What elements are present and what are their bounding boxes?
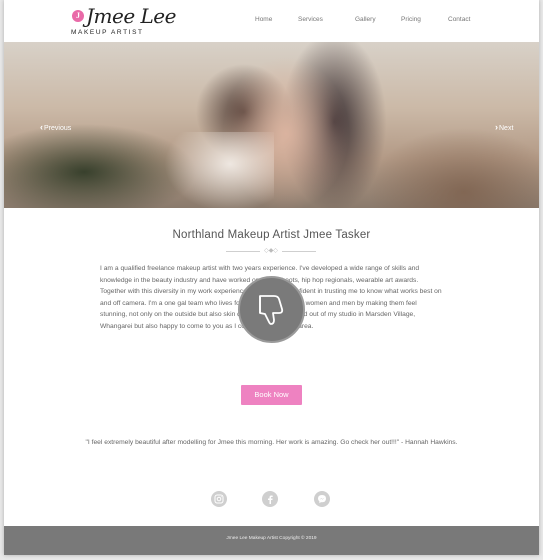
divider-line-left — [226, 251, 260, 252]
nav-gallery[interactable]: Gallery — [355, 16, 376, 23]
messenger-icon — [318, 495, 326, 504]
carousel-next-button[interactable]: ›Next — [495, 122, 513, 132]
page-title: Northland Makeup Artist Jmee Tasker — [172, 229, 371, 241]
testimonial-quote: "I feel extremely beautiful after modell… — [85, 439, 458, 446]
facebook-icon — [268, 495, 273, 504]
book-now-button[interactable]: Book Now — [241, 385, 302, 405]
instagram-icon — [214, 494, 224, 504]
nav-home[interactable]: Home — [255, 16, 272, 23]
carousel-next-label: Next — [499, 125, 514, 132]
site-footer: Jmee Lee Makeup Artist Copyright © 2019 — [4, 526, 539, 555]
title-divider: ◇◆◇ — [226, 248, 316, 254]
facebook-link[interactable] — [262, 491, 278, 507]
thumbs-down-icon — [259, 295, 284, 325]
logo-subtitle: MAKEUP ARTIST — [71, 29, 144, 36]
nav-services[interactable]: Services — [298, 16, 323, 23]
instagram-link[interactable] — [211, 491, 227, 507]
chevron-right-icon: › — [495, 122, 498, 132]
page: J Jmee Lee MAKEUP ARTIST Home Services G… — [4, 0, 539, 555]
divider-line-right — [282, 251, 316, 252]
site-header: J Jmee Lee MAKEUP ARTIST Home Services G… — [4, 0, 539, 42]
carousel-previous-label: Previous — [44, 125, 72, 132]
main-nav: Home Services Gallery Pricing Contact — [4, 16, 539, 28]
chevron-left-icon: ‹ — [40, 122, 43, 132]
carousel-previous-button[interactable]: ‹Previous — [40, 122, 71, 132]
nav-pricing[interactable]: Pricing — [401, 16, 421, 23]
dislike-button[interactable] — [238, 276, 305, 343]
divider-ornament-icon: ◇◆◇ — [264, 248, 278, 254]
nav-contact[interactable]: Contact — [448, 16, 470, 23]
hero-photo-highlight — [164, 132, 274, 208]
hero-carousel: ‹Previous ›Next — [4, 42, 539, 208]
footer-copyright: Jmee Lee Makeup Artist Copyright © 2019 — [226, 536, 317, 541]
messenger-link[interactable] — [314, 491, 330, 507]
